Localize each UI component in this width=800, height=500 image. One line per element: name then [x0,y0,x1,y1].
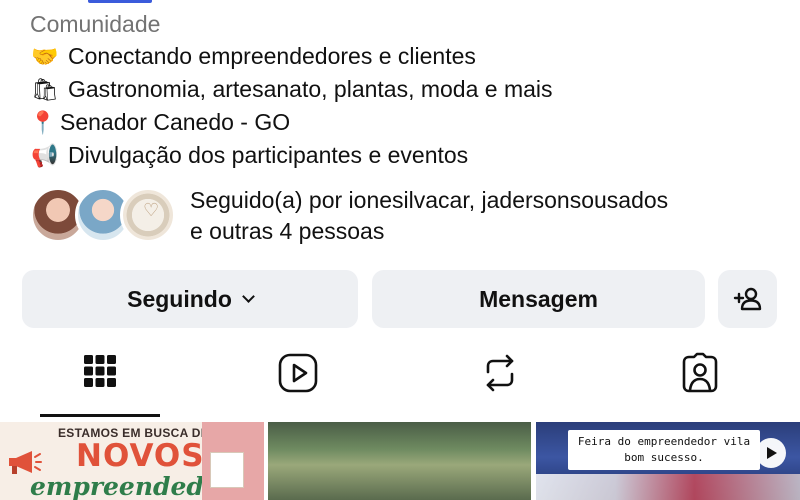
tab-posts-grid[interactable] [40,346,160,418]
profile-actions: Seguindo Mensagem [22,270,778,328]
post-caption: Feira do empreendedor vila bom sucesso. [568,430,760,470]
profile-tabs [0,346,800,418]
tab-reposts[interactable] [440,346,560,418]
bio-line-location: 📍 Senador Canedo - GO [29,106,780,139]
megaphone-icon: 📢 [31,143,59,168]
follower-avatars[interactable] [30,187,180,245]
followed-by-line: e outras 4 pessoas [190,218,385,244]
add-user-button[interactable] [718,270,777,328]
post-title: NOVOS [76,438,205,474]
post-thumbnail[interactable]: ESTAMOS EM BUSCA DE NOVOS empreendedores… [0,422,264,500]
chevron-down-icon [242,290,255,303]
tagged-icon [682,352,718,393]
tab-tagged[interactable] [640,346,760,418]
bio-line-categories: 🛍 Gastronomia, artesanato, plantas, moda… [30,73,780,106]
post-decoration [536,474,800,500]
active-tab-underline [40,414,160,417]
posts-grid: ESTAMOS EM BUSCA DE NOVOS empreendedores… [0,422,800,500]
bio-line-text: Senador Canedo - GO [60,109,291,135]
handshake-icon: 🤝 [31,44,59,69]
reels-icon [278,353,318,393]
bio-line-text: Gastronomia, artesanato, plantas, moda e… [68,76,553,102]
following-button[interactable]: Seguindo [22,270,358,328]
bio-line-announcements: 📢 Divulgação dos participantes e eventos [30,139,780,172]
add-user-icon [733,287,761,311]
following-label: Seguindo [127,285,232,312]
profile-bio: Comunidade 🤝 Conectando empreendedores e… [29,8,780,172]
top-tab-indicator [88,0,152,3]
reel-play-icon [756,438,786,468]
bio-line-text: Conectando empreendedores e clientes [68,43,476,69]
post-thumbnail[interactable] [268,422,531,500]
post-thumbnail[interactable]: Feira do empreendedor vila bom sucesso. [536,422,800,500]
avatar [120,187,176,243]
repost-icon [486,354,514,392]
profile-category: Comunidade [30,11,161,37]
shop-icon: 🛍 [31,77,59,102]
grid-icon [84,355,116,387]
followed-by-line: Seguido(a) por ionesilvacar, jadersonsou… [190,187,669,213]
tab-reels[interactable] [238,346,358,418]
followed-by[interactable]: Seguido(a) por ionesilvacar, jadersonsou… [30,186,780,246]
message-button[interactable]: Mensagem [372,270,705,328]
message-label: Mensagem [479,285,598,312]
post-note-card [210,452,244,488]
pin-icon: 📍 [29,110,57,135]
bio-line-text: Divulgação dos participantes e eventos [68,142,469,168]
followed-by-text[interactable]: Seguido(a) por ionesilvacar, jadersonsou… [180,185,668,247]
bio-line-connecting: 🤝 Conectando empreendedores e clientes [30,40,780,73]
